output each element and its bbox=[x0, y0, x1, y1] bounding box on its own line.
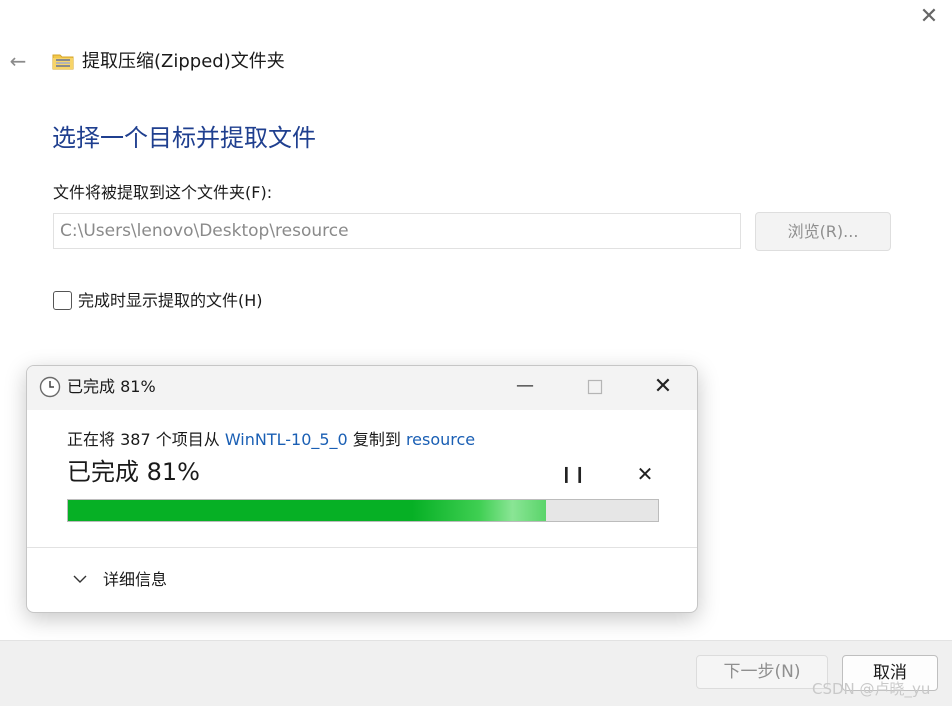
show-files-checkbox[interactable] bbox=[53, 291, 72, 310]
page-heading: 选择一个目标并提取文件 bbox=[52, 124, 316, 152]
copy-status-line: 正在将 387 个项目从 WinNTL-10_5_0 复制到 resource bbox=[67, 428, 475, 452]
clock-icon bbox=[39, 376, 61, 398]
destination-link[interactable]: resource bbox=[406, 430, 475, 449]
show-files-label[interactable]: 完成时显示提取的文件(H) bbox=[78, 290, 263, 312]
close-icon[interactable]: ✕ bbox=[916, 4, 942, 30]
browse-button[interactable]: 浏览(R)... bbox=[755, 212, 891, 251]
zip-folder-icon bbox=[52, 54, 74, 70]
chevron-down-icon[interactable] bbox=[73, 572, 87, 586]
stop-icon[interactable]: ✕ bbox=[631, 460, 659, 488]
details-toggle[interactable]: 详细信息 bbox=[103, 568, 167, 592]
minimize-icon[interactable]: — bbox=[505, 372, 545, 402]
maximize-icon[interactable] bbox=[575, 372, 615, 402]
wizard-title: 提取压缩(Zipped)文件夹 bbox=[82, 51, 285, 72]
source-link[interactable]: WinNTL-10_5_0 bbox=[225, 430, 348, 449]
back-arrow-icon[interactable]: ← bbox=[6, 48, 30, 74]
copy-middle: 复制到 bbox=[352, 430, 401, 449]
dialog-divider bbox=[27, 547, 697, 548]
copy-prefix: 正在将 387 个项目从 bbox=[67, 430, 220, 449]
watermark: CSDN @卢晓_yu bbox=[812, 680, 931, 698]
progress-bar bbox=[67, 499, 659, 522]
pause-icon[interactable]: ❙❙ bbox=[559, 460, 587, 488]
next-button[interactable]: 下一步(N) bbox=[696, 655, 828, 689]
dialog-title: 已完成 81% bbox=[67, 377, 156, 396]
destination-path-input[interactable] bbox=[53, 213, 741, 249]
progress-text: 已完成 81% bbox=[67, 458, 200, 486]
progress-bar-fill bbox=[68, 500, 546, 521]
dialog-close-icon[interactable]: ✕ bbox=[643, 372, 683, 402]
progress-dialog: 已完成 81% — ✕ 正在将 387 个项目从 WinNTL-10_5_0 复… bbox=[26, 365, 698, 613]
destination-label: 文件将被提取到这个文件夹(F): bbox=[53, 183, 273, 202]
